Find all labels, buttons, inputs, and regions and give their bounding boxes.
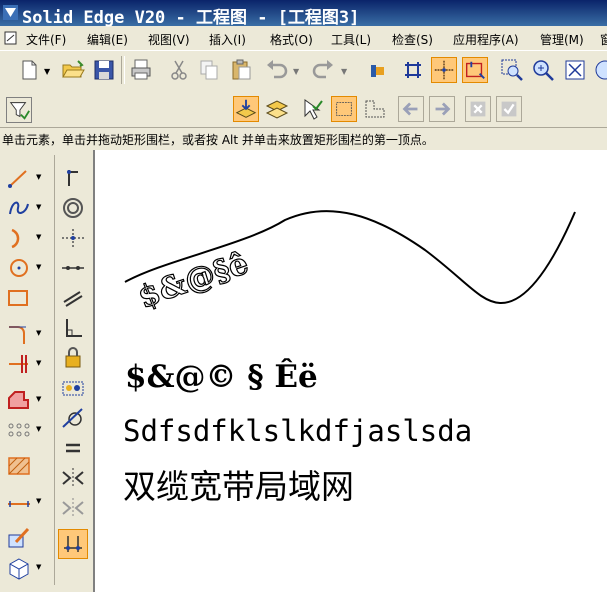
intellisketch-icon[interactable] [431, 57, 457, 83]
fill-tool-icon[interactable] [6, 454, 32, 478]
prompt-bar: 单击元素，单击并拖动矩形围栏，或者按 Alt 并单击来放置矩形围栏的第一顶点。 [0, 128, 607, 149]
new-icon[interactable] [16, 57, 42, 83]
arc-tool-dropdown-icon[interactable]: ▼ [36, 233, 41, 241]
selection-toolbar: 内部 [0, 91, 607, 208]
new-dropdown-arrow-icon[interactable]: ▼ [44, 67, 50, 76]
offset-tool-dropdown-icon[interactable]: ▼ [36, 395, 41, 403]
zoom-icon[interactable] [530, 57, 556, 83]
arrow-left-icon[interactable] [398, 96, 424, 122]
menu-inspect[interactable]: 检查(S) [392, 31, 433, 48]
relationship-handles-icon[interactable] [58, 529, 88, 559]
latin-text[interactable]: Sdfsdfklslkdfjaslsda [123, 414, 472, 448]
undo-icon[interactable] [264, 57, 290, 83]
line-tool-icon[interactable] [6, 166, 32, 190]
select-filter-icon[interactable] [6, 97, 32, 123]
zoom-area-icon[interactable] [499, 57, 525, 83]
redo-dropdown-arrow-icon[interactable]: ▼ [341, 67, 347, 76]
copy-icon[interactable] [196, 57, 222, 83]
3d-view-icon[interactable] [6, 556, 32, 580]
fence-inside-icon[interactable] [331, 96, 357, 122]
pin-icon[interactable] [364, 57, 390, 83]
fillet-tool-icon[interactable] [6, 322, 32, 346]
line-tool-dropdown-icon[interactable]: ▼ [36, 173, 41, 181]
symmetric-relation-icon[interactable] [60, 466, 86, 490]
save-icon[interactable] [91, 57, 117, 83]
cancel-icon[interactable] [465, 96, 491, 122]
fillet-tool-dropdown-icon[interactable]: ▼ [36, 329, 41, 337]
solid-edge-app-icon[interactable] [3, 5, 18, 20]
pattern-tool-dropdown-icon[interactable]: ▼ [36, 425, 41, 433]
tangent-relation-icon[interactable] [60, 406, 86, 430]
equal-relation-icon[interactable] [60, 436, 86, 460]
redo-icon[interactable] [310, 57, 336, 83]
paste-icon[interactable] [228, 57, 254, 83]
window-title: Solid Edge V20 - 工程图 - [工程图3] [22, 8, 360, 28]
circle-tool-dropdown-icon[interactable]: ▼ [36, 263, 41, 271]
circle-tool-icon[interactable] [6, 256, 32, 280]
curve-tool-icon[interactable] [6, 196, 32, 220]
main-toolbar: ▼ ▼ ▼ [0, 50, 607, 92]
open-folder-icon[interactable] [60, 57, 86, 83]
menu-bar: 文件(F) 编辑(E) 视图(V) 插入(I) 格式(O) 工具(L) 检查(S… [0, 27, 607, 49]
title-bar: Solid Edge V20 - 工程图 - [工程图3] [0, 0, 607, 28]
chinese-text[interactable]: 双缆宽带局域网 [123, 460, 354, 508]
arrow-right-icon[interactable] [429, 96, 455, 122]
document-menu-icon[interactable] [4, 31, 18, 45]
fit-icon[interactable] [562, 57, 588, 83]
menu-format[interactable]: 格式(O) [270, 31, 313, 48]
menu-view[interactable]: 视图(V) [148, 31, 190, 48]
lock-relation-icon[interactable] [60, 346, 86, 370]
drawing-tools-panel: ▼ ▼ ▼ ▼ ▼ ▼ ▼ ▼ ▼ ▼ [0, 150, 95, 592]
3d-view-dropdown-icon[interactable]: ▼ [36, 563, 41, 571]
menu-file[interactable]: 文件(F) [26, 31, 66, 48]
dimension-tool-dropdown-icon[interactable]: ▼ [36, 497, 41, 505]
rectangle-tool-icon[interactable] [6, 286, 32, 310]
arc-tool-icon[interactable] [6, 226, 32, 250]
rigid-set-icon[interactable] [60, 376, 86, 400]
horizontal-vertical-relation-icon[interactable] [60, 226, 86, 250]
connect-relation-icon[interactable] [60, 166, 86, 190]
select-check-icon[interactable] [300, 96, 326, 122]
menu-applications[interactable]: 应用程序(A) [453, 31, 519, 48]
relationship-icon[interactable] [462, 57, 488, 83]
trim-tool-dropdown-icon[interactable]: ▼ [36, 359, 41, 367]
menu-manage[interactable]: 管理(M) [540, 31, 584, 48]
symbols-text[interactable]: $&@© § Êë [125, 359, 318, 395]
menu-tools[interactable]: 工具(L) [331, 31, 371, 48]
dimension-tool-icon[interactable] [6, 490, 32, 514]
move-to-layer-icon[interactable] [264, 96, 290, 122]
menu-edit[interactable]: 编辑(E) [87, 31, 128, 48]
status-prompt-text: 单击元素，单击并拖动矩形围栏，或者按 Alt 并单击来放置矩形围栏的第一顶点。 [2, 133, 434, 147]
menu-insert[interactable]: 插入(I) [209, 31, 246, 48]
curve-tool-dropdown-icon[interactable]: ▼ [36, 203, 41, 211]
trim-tool-icon[interactable] [6, 352, 32, 376]
pattern-tool-icon[interactable] [6, 418, 32, 442]
cut-icon[interactable] [166, 57, 192, 83]
offset-tool-icon[interactable] [6, 388, 32, 412]
edit-drawing-icon[interactable] [6, 526, 32, 550]
drawing-canvas[interactable]: $&@§ê $&@© § Êë Sdfsdfklslkdfjaslsda 双缆宽… [95, 150, 607, 592]
collinear-relation-icon[interactable] [60, 256, 86, 280]
set-active-layer-icon[interactable] [233, 96, 259, 122]
perpendicular-relation-icon[interactable] [60, 316, 86, 340]
concentric-relation-icon[interactable] [60, 196, 86, 220]
pan-icon[interactable] [592, 57, 607, 83]
accept-icon[interactable] [496, 96, 522, 122]
parallel-relation-icon[interactable] [60, 286, 86, 310]
grid-icon[interactable] [400, 57, 426, 83]
fence-overlap-icon[interactable] [362, 96, 388, 122]
symmetry-axis-icon[interactable] [60, 496, 86, 520]
menu-window[interactable]: 窗 [600, 31, 607, 48]
undo-dropdown-arrow-icon[interactable]: ▼ [293, 67, 299, 76]
print-icon[interactable] [128, 57, 154, 83]
